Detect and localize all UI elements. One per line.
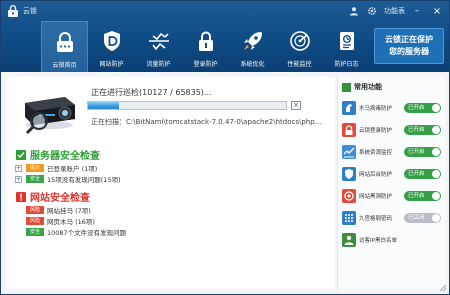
sidebar-item-label: 网站黑洞防护: [359, 194, 393, 200]
blackhole-icon: [342, 189, 356, 203]
monitor-chart-icon: [342, 145, 356, 159]
user-icon[interactable]: [348, 5, 360, 17]
scan-path-text: 正在扫描：C:\BitNami\tomcatstack-7.0.47-0\apa…: [91, 118, 322, 126]
radar-icon: [289, 31, 310, 51]
list-item[interactable]: 风险 网页木马 (16项): [26, 216, 126, 226]
title-bar: 云锁 功能表 – ×: [1, 1, 449, 21]
login-toggle[interactable]: 已开启: [404, 125, 441, 135]
expand-icon[interactable]: +: [15, 164, 22, 172]
sidebar-item-label: 访客IP黑白名单: [359, 238, 397, 244]
row-text: 网站挂马 (7项): [47, 207, 91, 215]
blackhole-toggle[interactable]: 已开启: [404, 191, 441, 201]
row-text: 网页木马 (16项): [47, 218, 95, 226]
sidebar-title-text: 常用功能: [354, 83, 382, 91]
main-panel: 正在进行巡检(10127 / 65835)... × 正在扫描：C:\BitNa…: [7, 77, 335, 289]
expand-icon[interactable]: +: [15, 175, 22, 183]
list-item[interactable]: 安全 10087个文件没有发现问题: [26, 227, 126, 237]
tab-performance[interactable]: 性能监控: [276, 21, 323, 72]
website-alert-icon: [16, 191, 26, 202]
resource-toggle[interactable]: 已开启: [404, 147, 441, 157]
shield-d-icon: [103, 31, 120, 51]
weak-password-toggle[interactable]: 已关闭: [404, 213, 441, 223]
tab-label: 网站防护: [99, 61, 124, 68]
scan-status-text: 正在进行巡检(10127 / 65835)...: [91, 88, 212, 97]
app-logo-icon: [8, 5, 18, 17]
app-window: 云锁 功能表 – × 云锁首页 网站防护 流量防护 登录防护 系统优化 性能监控…: [0, 0, 450, 295]
tab-login-protect[interactable]: 登录防护: [182, 21, 229, 72]
projector-scanner-icon: [25, 97, 75, 135]
resize-grip-icon[interactable]: [439, 284, 447, 292]
trojan-horse-icon: [342, 101, 356, 115]
server-check-section: 服务器安全检查 + 提示 已登录账户 (1项) + 安全 15项没有发现问题(1…: [15, 147, 121, 184]
menu-button[interactable]: 功能表: [384, 6, 405, 16]
tab-label: 性能监控: [287, 61, 312, 68]
row-text: 已登录账户 (1项): [47, 165, 98, 173]
status-badge: 安全: [26, 228, 44, 236]
tab-label: 防护日志: [334, 61, 359, 68]
backend-toggle[interactable]: 已开启: [404, 169, 441, 179]
sidebar-item-label: 木马病毒防护: [359, 106, 393, 112]
banner-line-2: 您的服务器: [389, 47, 429, 56]
sidebar: 常用功能 木马病毒防护 已开启 云锁登录防护 已开启 系统资源监控 已开启 网站…: [337, 77, 445, 289]
server-check-title: 服务器安全检查: [30, 151, 100, 162]
scan-area: 正在进行巡检(10127 / 65835)... × 正在扫描：C:\BitNa…: [15, 81, 331, 143]
sidebar-item-trojan[interactable]: 木马病毒防护 已开启: [342, 99, 446, 117]
tab-home[interactable]: 云锁首页: [41, 21, 88, 72]
row-text: 10087个文件没有发现问题: [47, 229, 127, 237]
status-badge: 安全: [26, 175, 44, 183]
sidebar-item-label: 网站后台防护: [359, 172, 393, 178]
site-check-title: 网站安全检查: [30, 193, 90, 204]
traffic-icon: [148, 32, 169, 51]
sidebar-item-label: 九宫格弱密码: [359, 216, 393, 222]
list-item[interactable]: + 安全 15项没有发现问题(15项): [15, 174, 121, 184]
row-text: 15项没有发现问题(15项): [47, 176, 121, 184]
protection-banner: 云锁正在保护 您的服务器: [374, 28, 444, 64]
status-badge: 风险: [26, 217, 44, 225]
sidebar-item-label: 云锁登录防护: [359, 128, 393, 134]
tab-label: 系统优化: [240, 61, 265, 68]
sidebar-item-resource-monitor[interactable]: 系统资源监控 已开启: [342, 143, 446, 161]
server-shield-icon: [16, 149, 26, 160]
status-badge: 风险: [26, 206, 44, 214]
main-nav: 云锁首页 网站防护 流量防护 登录防护 系统优化 性能监控 防护日志: [41, 21, 370, 72]
status-badge: 提示: [26, 164, 44, 172]
tab-protect-log[interactable]: 防护日志: [323, 21, 370, 72]
settings-icon[interactable]: [366, 5, 378, 17]
sidebar-item-weak-password[interactable]: 九宫格弱密码 已关闭: [342, 209, 446, 227]
tab-traffic-protect[interactable]: 流量防护: [135, 21, 182, 72]
scan-progress-bar: [87, 101, 287, 110]
ip-list-icon: [342, 233, 356, 247]
tab-label: 流量防护: [146, 61, 171, 68]
lock-icon: [56, 32, 73, 52]
tab-label: 云锁首页: [52, 62, 77, 69]
tab-label: 登录防护: [193, 61, 218, 68]
sidebar-item-backend[interactable]: 网站后台防护 已开启: [342, 165, 446, 183]
stop-scan-button[interactable]: ×: [291, 101, 301, 110]
trojan-toggle[interactable]: 已开启: [404, 103, 441, 113]
sidebar-item-login[interactable]: 云锁登录防护 已开启: [342, 121, 446, 139]
tab-site-protect[interactable]: 网站防护: [88, 21, 135, 72]
backend-shield-icon: [342, 167, 356, 181]
tab-system-optimize[interactable]: 系统优化: [229, 21, 276, 72]
app-title: 云锁: [23, 7, 37, 15]
list-item[interactable]: 风险 网站挂马 (7项): [26, 205, 126, 215]
header-band: 云锁 功能表 – × 云锁首页 网站防护 流量防护 登录防护 系统优化 性能监控…: [1, 1, 449, 72]
sidebar-item-ip-list[interactable]: 访客IP黑白名单: [342, 231, 446, 249]
login-lock-icon: [198, 31, 213, 51]
rocket-icon: [243, 32, 262, 50]
log-icon: [339, 32, 354, 50]
grid-password-icon: [342, 211, 356, 225]
minimize-button[interactable]: –: [411, 5, 423, 17]
sidebar-item-blackhole[interactable]: 网站黑洞防护 已开启: [342, 187, 446, 205]
cloud-lock-icon: [342, 123, 356, 137]
close-button[interactable]: ×: [429, 4, 445, 18]
scan-progress-fill: [88, 102, 119, 109]
banner-line-1: 云锁正在保护: [385, 35, 433, 44]
sidebar-item-label: 系统资源监控: [359, 150, 393, 156]
section-marker-icon: [342, 82, 351, 92]
list-item[interactable]: + 提示 已登录账户 (1项): [15, 163, 121, 173]
sidebar-title: 常用功能: [342, 82, 382, 92]
site-check-section: 网站安全检查 风险 网站挂马 (7项) 风险 网页木马 (16项) 安全 100…: [15, 189, 126, 237]
